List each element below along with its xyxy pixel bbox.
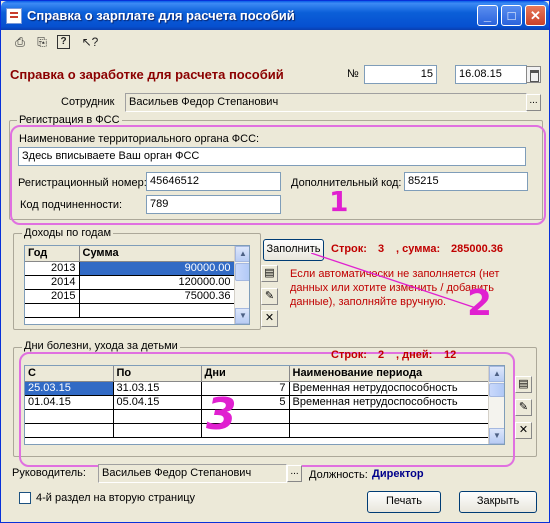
income-sum-cell[interactable]: 120000.00 <box>79 275 235 290</box>
title-bar: Справка о зарплате для расчета пособий _… <box>1 1 549 30</box>
help-icon[interactable]: ? <box>57 35 70 49</box>
print-icon[interactable]: ⎘ <box>33 33 51 51</box>
income-group-title: Доходы по годам <box>22 227 114 239</box>
sick-col-name[interactable]: Наименование периода <box>289 366 489 382</box>
sick-from-cell[interactable]: 01.04.15 <box>25 395 114 410</box>
subordination-code-field[interactable]: 789 <box>146 195 281 214</box>
income-year-cell[interactable]: 2013 <box>25 261 80 276</box>
sick-col-days[interactable]: Дни <box>201 366 290 382</box>
add-row-icon[interactable]: ▤ <box>515 376 532 393</box>
subordination-code-label: Код подчиненности: <box>20 199 123 211</box>
window-title: Справка о зарплате для расчета пособий <box>27 8 295 23</box>
sick-scrollbar[interactable]: ▲ ▼ <box>488 366 504 444</box>
scroll-thumb[interactable] <box>235 263 249 281</box>
sick-rows-label: Строк: <box>331 349 367 361</box>
employee-label: Сотрудник <box>61 96 115 108</box>
additional-code-field[interactable]: 85215 <box>404 172 528 191</box>
delete-row-icon[interactable]: ✕ <box>515 422 532 439</box>
sick-rows-count: 2 <box>378 349 385 361</box>
annotation-1: 1 <box>329 185 349 218</box>
table-row[interactable]: 25.03.15 31.03.15 7 Временная нетрудоспо… <box>25 381 489 396</box>
close-button[interactable]: Закрыть <box>459 491 537 513</box>
print-preview-icon[interactable]: ⎙ <box>11 33 29 51</box>
minimize-button[interactable]: _ <box>477 5 498 26</box>
window: Справка о зарплате для расчета пособий _… <box>0 0 550 523</box>
table-row[interactable]: 01.04.15 05.04.15 5 Временная нетрудоспо… <box>25 395 489 410</box>
reg-number-field[interactable]: 45646512 <box>146 172 281 191</box>
sick-from-cell[interactable]: 25.03.15 <box>25 381 114 396</box>
income-year-cell[interactable]: 2015 <box>25 289 80 304</box>
reg-number-label: Регистрационный номер: <box>18 177 147 189</box>
income-col-sum[interactable]: Сумма <box>79 246 235 262</box>
section4-checkbox-label: 4-й раздел на вторую страницу <box>36 492 196 504</box>
number-field[interactable]: 15 <box>364 65 437 84</box>
table-row[interactable]: 2014 120000.00 <box>25 275 235 290</box>
app-icon <box>6 8 22 24</box>
table-row[interactable] <box>25 423 489 438</box>
employee-select-button[interactable]: ... <box>526 94 541 111</box>
delete-row-icon[interactable]: ✕ <box>261 310 278 327</box>
table-row[interactable] <box>25 303 235 318</box>
maximize-button[interactable]: □ <box>501 5 522 26</box>
fss-org-label: Наименование территориального органа ФСС… <box>19 133 260 145</box>
sick-group-title: Дни болезни, ухода за детьми <box>22 340 180 352</box>
print-button[interactable]: Печать <box>367 491 441 513</box>
sick-days-label: , дней: <box>396 349 433 361</box>
table-row[interactable] <box>25 409 489 424</box>
income-sum-cell[interactable]: 75000.36 <box>79 289 235 304</box>
date-field[interactable]: 16.08.15 <box>455 65 527 84</box>
position-label: Должность: <box>309 469 368 481</box>
sick-name-cell[interactable]: Временная нетрудоспособность <box>289 381 489 396</box>
form-header: Справка о заработке для расчета пособий <box>10 67 284 82</box>
section4-checkbox[interactable] <box>19 492 31 504</box>
close-window-button[interactable]: ✕ <box>525 5 546 26</box>
employee-field[interactable]: Васильев Федор Степанович <box>125 93 527 112</box>
sick-to-cell[interactable]: 05.04.15 <box>113 395 202 410</box>
scroll-thumb[interactable] <box>489 383 504 397</box>
number-label: № <box>347 68 359 80</box>
calendar-icon[interactable] <box>526 66 541 83</box>
income-scrollbar[interactable]: ▲ ▼ <box>234 246 249 324</box>
sick-col-to[interactable]: По <box>113 366 202 382</box>
income-sum-cell[interactable]: 90000.00 <box>79 261 235 276</box>
fss-org-field[interactable]: Здесь вписываете Ваш орган ФСС <box>18 147 526 166</box>
whats-this-icon[interactable]: ↖? <box>81 33 99 51</box>
scroll-down-icon[interactable]: ▼ <box>489 428 504 444</box>
table-row[interactable]: 2013 90000.00 <box>25 261 235 276</box>
edit-row-icon[interactable]: ✎ <box>515 399 532 416</box>
head-field[interactable]: Васильев Федор Степанович <box>98 464 287 483</box>
head-label: Руководитель: <box>12 467 86 479</box>
sick-days-total: 12 <box>444 349 457 361</box>
annotation-3: 3 <box>206 389 237 440</box>
sick-to-cell[interactable]: 31.03.15 <box>113 381 202 396</box>
sick-col-from[interactable]: С <box>25 366 114 382</box>
scroll-up-icon[interactable]: ▲ <box>489 366 504 382</box>
table-row[interactable]: 2015 75000.36 <box>25 289 235 304</box>
income-col-year[interactable]: Год <box>25 246 80 262</box>
scroll-up-icon[interactable]: ▲ <box>235 246 249 262</box>
scroll-down-icon[interactable]: ▼ <box>235 308 249 324</box>
annotation-2: 2 <box>467 283 493 324</box>
add-row-icon[interactable]: ▤ <box>261 265 278 282</box>
edit-row-icon[interactable]: ✎ <box>261 288 278 305</box>
position-value: Директор <box>372 468 424 480</box>
income-year-cell[interactable]: 2014 <box>25 275 80 290</box>
sick-name-cell[interactable]: Временная нетрудоспособность <box>289 395 489 410</box>
sick-table: С По Дни Наименование периода 25.03.15 3… <box>24 365 505 445</box>
head-select-button[interactable]: ... <box>287 465 302 482</box>
income-table: Год Сумма 2013 90000.00 2014 120000.00 2… <box>24 245 250 325</box>
